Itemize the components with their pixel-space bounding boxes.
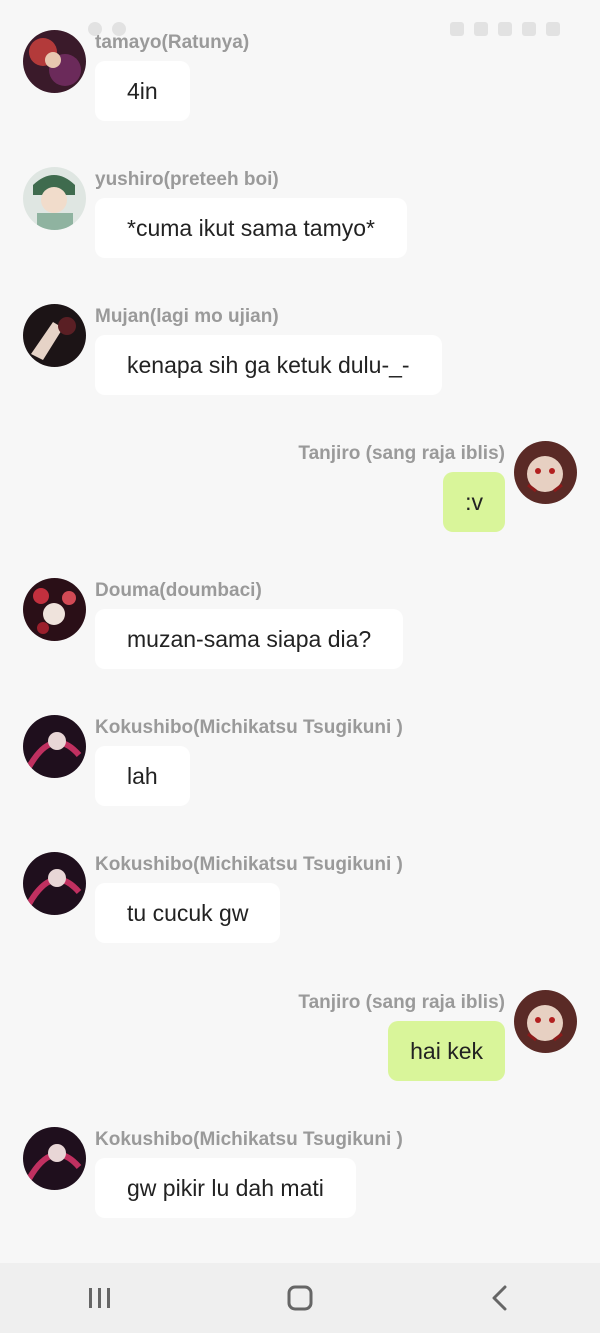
status-bar	[0, 0, 600, 60]
message-bubble[interactable]: 4in	[95, 61, 190, 121]
avatar-kokushibo[interactable]	[23, 1127, 86, 1190]
message-bubble[interactable]: tu cucuk gw	[95, 883, 281, 943]
wifi-icon	[498, 22, 512, 36]
alarm-icon	[450, 22, 464, 36]
sender-name: Tanjiro (sang raja iblis)	[298, 992, 505, 1013]
battery-icon	[546, 22, 560, 36]
back-button[interactable]	[470, 1273, 530, 1323]
chat-screen: tamayo(Ratunya) 4in yushiro(preteeh boi)…	[0, 0, 600, 1333]
avatar-yushiro[interactable]	[23, 167, 86, 230]
avatar-kokushibo[interactable]	[23, 715, 86, 778]
recent-apps-icon	[89, 1288, 110, 1308]
sender-name: Douma(doumbaci)	[95, 580, 262, 601]
recent-apps-button[interactable]	[70, 1273, 130, 1323]
back-icon	[492, 1285, 507, 1311]
sender-name: Mujan(lagi mo ujian)	[95, 306, 279, 327]
avatar-tamayo[interactable]	[23, 30, 86, 93]
signal-icon	[522, 22, 536, 36]
message-bubble[interactable]: muzan-sama siapa dia?	[95, 609, 404, 669]
avatar-mujan[interactable]	[23, 304, 86, 367]
avatar-tanjiro[interactable]	[514, 990, 577, 1053]
sender-name: yushiro(preteeh boi)	[95, 169, 279, 190]
avatar-kokushibo[interactable]	[23, 852, 86, 915]
home-icon	[287, 1285, 313, 1311]
message-bubble-mine[interactable]: hai kek	[388, 1021, 505, 1081]
system-nav-bar	[0, 1263, 600, 1333]
status-right-icons	[450, 22, 560, 36]
message-bubble[interactable]: kenapa sih ga ketuk dulu-_-	[95, 335, 442, 395]
mute-icon	[474, 22, 488, 36]
home-button[interactable]	[270, 1273, 330, 1323]
sender-name: Kokushibo(Michikatsu Tsugikuni )	[95, 717, 403, 738]
avatar-tanjiro[interactable]	[514, 441, 577, 504]
sender-name: Tanjiro (sang raja iblis)	[298, 443, 505, 464]
avatar-douma[interactable]	[23, 578, 86, 641]
sender-name: Kokushibo(Michikatsu Tsugikuni )	[95, 854, 403, 875]
sender-name: tamayo(Ratunya)	[95, 32, 250, 53]
message-bubble[interactable]: *cuma ikut sama tamyo*	[95, 198, 407, 258]
sender-name: Kokushibo(Michikatsu Tsugikuni )	[95, 1129, 403, 1150]
message-bubble[interactable]: gw pikir lu dah mati	[95, 1158, 356, 1218]
message-bubble[interactable]: lah	[95, 746, 190, 806]
message-bubble-mine[interactable]: :v	[443, 472, 505, 532]
